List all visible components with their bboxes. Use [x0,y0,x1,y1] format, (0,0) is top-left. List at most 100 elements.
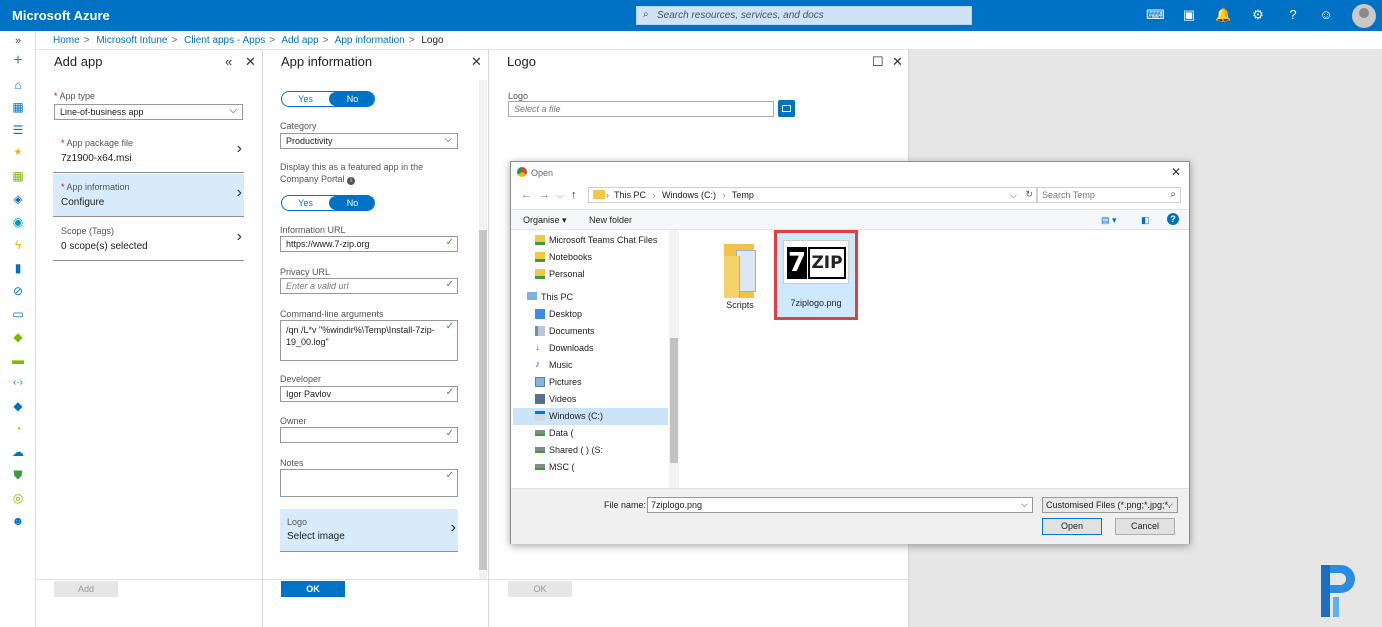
toggle-no[interactable]: No [329,196,374,210]
developer-input[interactable]: Igor Pavlov ✓ [280,386,458,402]
up-icon[interactable]: ↑ [571,189,577,201]
address-bar[interactable]: › This PC › Windows (C:) › Temp ⌵ ↻ [588,187,1038,203]
logo-file-input[interactable]: Select a file [508,101,774,117]
tree-item[interactable]: Desktop [535,306,675,323]
command-line-input[interactable]: /qn /L*v "%windir%\Temp\Install-7zip-19_… [280,320,458,361]
browse-folder-button[interactable] [778,100,795,117]
help-icon[interactable]: ? [1167,213,1179,225]
featured-toggle[interactable]: Yes No [281,195,375,211]
cube-icon[interactable]: ◈ [10,191,26,207]
refresh-icon[interactable]: ↻ [1025,189,1033,200]
close-icon[interactable]: ✕ [892,54,903,70]
path-segment[interactable]: Windows (C:) [662,190,716,200]
recent-dropdown-icon[interactable]: ⌵ [557,191,563,201]
file-item-7ziplogo[interactable]: 7 ZIP 7ziplogo.png [774,230,858,320]
breadcrumb-app-information[interactable]: App information [335,35,405,46]
cloud-shell-icon[interactable]: ⌨ [1146,7,1165,23]
back-icon[interactable]: ← [521,189,532,201]
close-icon[interactable]: ✕ [1171,165,1181,179]
folder-item-scripts[interactable]: Scripts [701,240,779,310]
toggle-yes-no[interactable]: Yes No [281,91,375,107]
settings-icon[interactable]: ⚙ [1250,7,1266,23]
brand-title[interactable]: Microsoft Azure [12,8,110,23]
avatar[interactable] [1352,4,1376,28]
devops-icon[interactable]: ◆ [10,398,26,414]
notifications-icon[interactable]: 🔔 [1215,7,1231,23]
all-services-icon[interactable]: ☰ [10,122,26,138]
global-search-input[interactable]: ⌕ Search resources, services, and docs [636,6,972,25]
category-dropdown[interactable]: Productivity ⌵ [280,133,458,149]
breadcrumb-intune[interactable]: Microsoft Intune [96,35,167,46]
breadcrumb-add-app[interactable]: Add app [281,35,318,46]
tree-item[interactable]: Data ( [535,425,675,442]
expand-rail-icon[interactable]: » [10,33,26,49]
app-information-item[interactable]: * App information Configure › [53,174,244,217]
cancel-button[interactable]: Cancel [1115,518,1175,535]
close-icon[interactable]: ✕ [245,54,256,70]
toggle-no[interactable]: No [329,92,374,106]
tree-item[interactable]: Microsoft Teams Chat Files [535,232,675,249]
help-icon[interactable]: ? [1285,7,1301,23]
toggle-yes[interactable]: Yes [282,92,329,106]
dashboard-icon[interactable]: ▦ [10,99,26,115]
create-icon[interactable]: + [10,53,26,69]
path-segment[interactable]: Temp [732,190,754,200]
file-type-filter[interactable]: Customised Files (*.png;*.jpg;*. ⌵ [1042,497,1178,513]
tree-item[interactable]: ↓ Downloads [535,340,675,357]
file-name-input[interactable]: 7ziplogo.png ⌵ [647,497,1033,513]
path-dropdown-icon[interactable]: ⌵ [1010,190,1017,201]
tree-item-selected[interactable]: Windows (C:) [513,408,668,425]
circle-icon[interactable]: ◎ [10,490,26,506]
new-folder-button[interactable]: New folder [589,215,632,225]
path-segment[interactable]: This PC [614,190,646,200]
sql-icon[interactable]: ▮ [10,260,26,276]
lightning-icon[interactable]: ϟ [10,237,26,253]
tree-item[interactable]: Videos [535,391,675,408]
tree-item[interactable]: Pictures [535,374,675,391]
minimize-icon[interactable]: « [225,54,232,69]
preview-pane-icon[interactable]: ◧ [1141,215,1150,226]
information-url-input[interactable]: https://www.7-zip.org ✓ [280,236,458,252]
notes-input[interactable]: ✓ [280,469,458,497]
privacy-url-input[interactable]: Enter a valid url ✓ [280,278,458,294]
view-options-icon[interactable]: ▤ ▾ [1101,215,1117,226]
tree-item[interactable]: Shared ( ) (S: [535,442,675,459]
tree-item[interactable]: Notebooks [535,249,675,266]
organise-button[interactable]: Organise ▾ [523,215,567,226]
info-icon[interactable]: i [347,177,356,185]
close-icon[interactable]: ✕ [471,54,482,70]
tree-item[interactable]: This PC [527,289,667,306]
logo-select-item[interactable]: Logo Select image › [280,509,458,552]
monitor-icon[interactable]: ▭ [10,306,26,322]
open-button[interactable]: Open [1042,518,1102,535]
connections-icon[interactable]: ‹·› [10,375,26,391]
dialog-search-input[interactable]: Search Temp ⌕ [1036,187,1181,203]
cloud-upload-icon[interactable]: ☁ [10,444,26,460]
blade-scrollbar[interactable] [479,80,487,580]
tree-item[interactable]: ♪ Music [535,357,675,374]
add-button[interactable]: Add [54,581,118,597]
ok-button[interactable]: OK [281,581,345,597]
shield-icon[interactable]: ⛊ [10,467,26,483]
scope-tags-item[interactable]: Scope (Tags) 0 scope(s) selected › [53,218,244,261]
feedback-icon[interactable]: ☺ [1318,7,1334,23]
directory-icon[interactable]: ▣ [1181,7,1197,23]
ok-button[interactable]: OK [508,581,572,597]
user-icon[interactable]: ☻ [10,513,26,529]
tree-item[interactable]: MSC ( [535,459,675,476]
storage-icon[interactable]: ▬ [10,352,26,368]
breadcrumb-home[interactable]: Home [53,35,80,46]
owner-input[interactable]: ✓ [280,427,458,443]
diamond-icon[interactable]: ◆ [10,329,26,345]
app-package-file-item[interactable]: * App package file 7z1900-x64.msi › [53,130,244,173]
satellite-icon[interactable]: ⊘ [10,283,26,299]
tree-scrollbar[interactable] [669,230,679,488]
favorites-icon[interactable]: ★ [10,145,26,161]
tree-item[interactable]: Personal [535,266,675,283]
tree-item[interactable]: Documents [535,323,675,340]
home-icon[interactable]: ⌂ [10,77,26,93]
breadcrumb-client-apps[interactable]: Client apps - Apps [184,35,265,46]
toggle-yes[interactable]: Yes [282,196,329,210]
globe-icon[interactable]: ◉ [10,214,26,230]
grid-icon[interactable]: ▦ [10,168,26,184]
